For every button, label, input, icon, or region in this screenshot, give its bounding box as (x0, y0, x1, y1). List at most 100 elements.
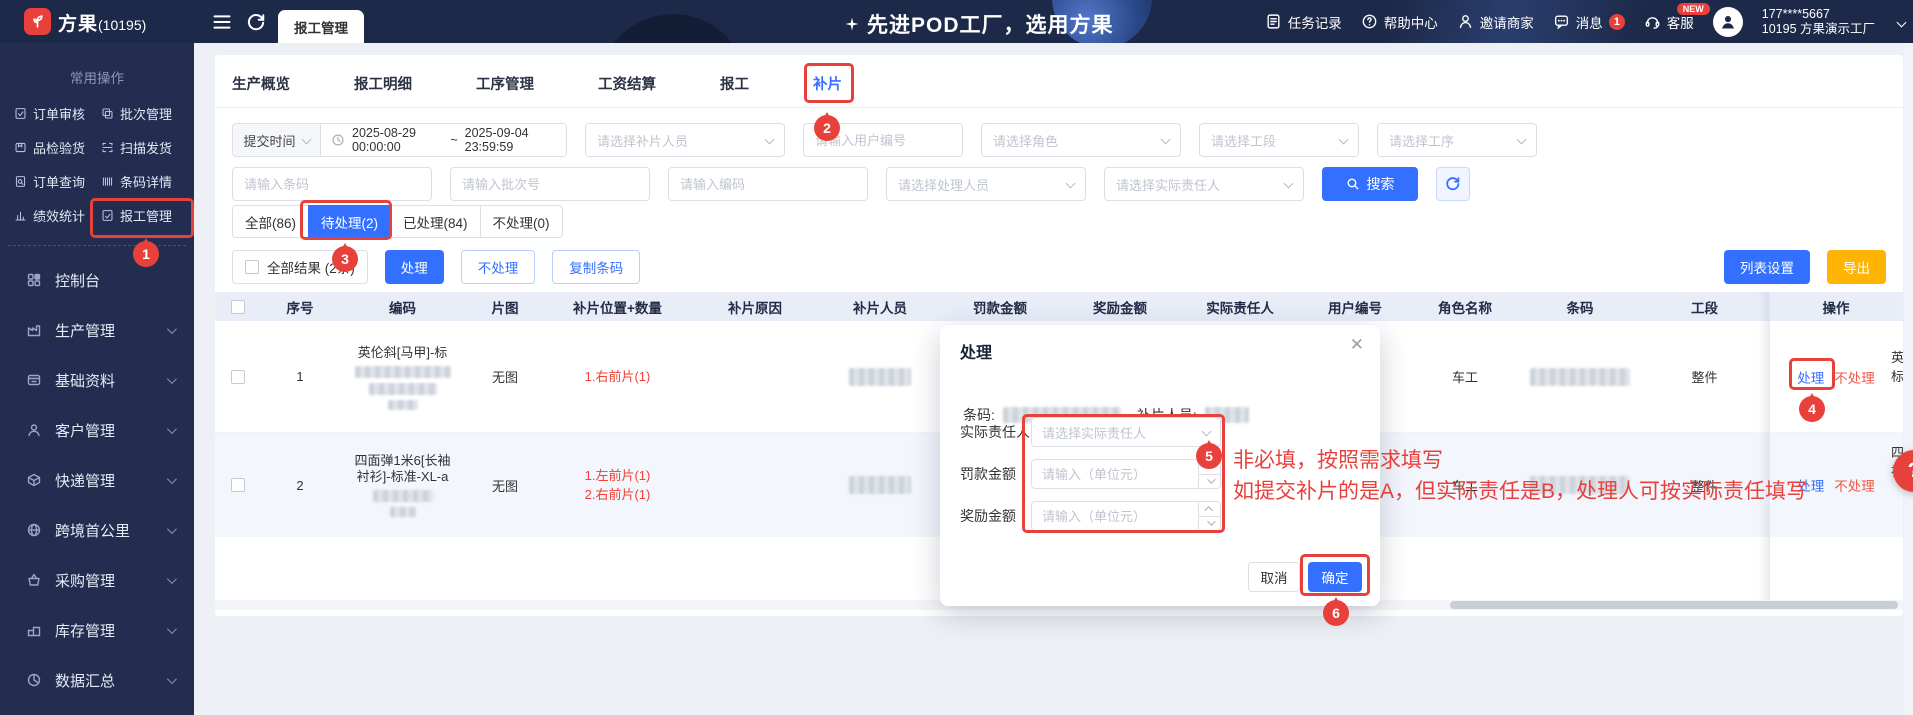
invite-merchant-link[interactable]: 邀请商家 (1457, 12, 1534, 32)
stats-bars-icon (15, 211, 26, 221)
cell-ops: 处理 不处理 英标 (1769, 321, 1903, 432)
no-handle-button[interactable]: 不处理 (460, 250, 536, 284)
tab-report-detail[interactable]: 报工明细 (354, 73, 412, 94)
sidebar-item-express[interactable]: 快递管理 (0, 455, 194, 505)
app-logo-icon[interactable] (24, 8, 51, 35)
sidebar-item-inventory[interactable]: 库存管理 (0, 605, 194, 655)
quick-actions-grid: 订单审核 批次管理 品检验货 扫描发货 订单查询 条码详情 绩效统计 报工管理 (14, 104, 188, 225)
open-page-tab[interactable]: 报工管理 (278, 10, 364, 43)
date-separator: ~ (450, 133, 458, 147)
step-up-icon[interactable] (1203, 505, 1213, 515)
sidebar-item-purchase[interactable]: 采购管理 (0, 555, 194, 605)
handler-select[interactable]: 请选择处理人员 (886, 167, 1086, 201)
fine-amount-input[interactable] (1032, 460, 1172, 488)
sidebar-item-base-data[interactable]: 基础资料 (0, 355, 194, 405)
tab-patch[interactable]: 补片 (813, 73, 842, 94)
filter-row-2: 请选择处理人员 请选择实际责任人 搜索 (232, 167, 1470, 201)
help-center-link[interactable]: 帮助中心 (1361, 12, 1438, 32)
quick-item-order-search[interactable]: 订单查询 (14, 172, 101, 191)
quick-item-barcode-detail[interactable]: 条码详情 (101, 172, 188, 191)
quick-item-batch-manage[interactable]: 批次管理 (101, 104, 188, 123)
horizontal-scrollbar[interactable] (1450, 601, 1898, 609)
step-up-icon[interactable] (1203, 463, 1213, 473)
fine-stepper[interactable] (1198, 460, 1220, 488)
list-settings-button[interactable]: 列表设置 (1724, 250, 1810, 284)
redacted-text (372, 490, 433, 502)
work-section-select[interactable]: 请选择工段 (1199, 123, 1359, 157)
handle-button[interactable]: 处理 (384, 250, 444, 284)
status-tab-nohandle[interactable]: 不处理(0) (479, 205, 563, 238)
row-checkbox[interactable] (230, 478, 245, 492)
barcode-input[interactable] (233, 168, 431, 200)
select-all-checkbox[interactable] (245, 260, 259, 274)
fixed-column-shadow (1758, 292, 1769, 600)
code-input[interactable] (669, 168, 867, 200)
tab-work-report[interactable]: 报工 (720, 73, 749, 94)
status-tab-all[interactable]: 全部(86) (232, 205, 310, 238)
col-code: 编码 (389, 300, 416, 316)
quick-item-quality-check[interactable]: 品检验货 (14, 138, 101, 157)
time-type-select[interactable]: 提交时间 (233, 124, 321, 156)
status-tab-handled[interactable]: 已处理(84) (390, 205, 481, 238)
process-select[interactable]: 请选择工序 (1377, 123, 1537, 157)
sidebar-item-data-summary[interactable]: 数据汇总 (0, 655, 194, 705)
user-menu-chevron-icon[interactable] (1896, 17, 1907, 28)
cell-person (820, 433, 940, 537)
collapse-menu-icon[interactable] (212, 12, 232, 32)
batch-no-field (450, 167, 650, 201)
user-no-input[interactable] (804, 124, 962, 156)
quick-item-order-audit[interactable]: 订单审核 (14, 104, 101, 123)
tab-wage-settle[interactable]: 工资结算 (598, 73, 656, 94)
quick-item-scan-ship[interactable]: 扫描发货 (101, 138, 188, 157)
reset-refresh-button[interactable] (1436, 167, 1470, 201)
task-record-link[interactable]: 任务记录 (1265, 12, 1342, 32)
role-select[interactable]: 请选择角色 (981, 123, 1181, 157)
tab-production-overview[interactable]: 生产概览 (232, 73, 290, 94)
row-handle-link[interactable]: 处理 (1797, 367, 1824, 387)
cell-barcode (1520, 433, 1640, 537)
user-avatar[interactable] (1712, 6, 1743, 37)
step-down-icon[interactable] (1206, 475, 1216, 485)
customer-service-link[interactable]: 客服 NEW (1644, 2, 1710, 32)
tabs-divider (215, 107, 1903, 108)
sidebar-item-production[interactable]: 生产管理 (0, 305, 194, 355)
dialog-responsible-select[interactable]: 请选择实际责任人 (1031, 417, 1221, 447)
quick-item-work-report[interactable]: 报工管理 (101, 206, 188, 225)
export-button[interactable]: 导出 (1827, 250, 1886, 284)
refresh-page-icon[interactable] (246, 12, 266, 32)
batch-no-input[interactable] (451, 168, 649, 200)
date-range-picker[interactable]: 2025-08-29 00:00:00 ~ 2025-09-04 23:59:5… (321, 126, 566, 154)
responsible-select[interactable]: 请选择实际责任人 (1104, 167, 1304, 201)
sidebar-item-customers[interactable]: 客户管理 (0, 405, 194, 455)
row-handle-link[interactable]: 处理 (1797, 475, 1824, 495)
patch-person-select[interactable]: 请选择补片人员 (585, 123, 785, 157)
action-row: 全部结果 (2条) 处理 不处理 复制条码 列表设置 导出 (232, 250, 1886, 284)
confirm-button[interactable]: 确定 (1308, 562, 1362, 592)
header-checkbox[interactable] (230, 299, 245, 314)
row-no-handle-link[interactable]: 不处理 (1834, 367, 1875, 387)
quick-item-performance-stats[interactable]: 绩效统计 (14, 206, 101, 225)
cancel-button[interactable]: 取消 (1248, 562, 1300, 592)
col-ops: 操作 (1822, 300, 1850, 316)
reward-stepper[interactable] (1198, 502, 1220, 530)
new-feature-badge: NEW (1676, 2, 1710, 15)
sparkle-icon (845, 17, 859, 31)
close-icon[interactable]: ✕ (1350, 335, 1364, 355)
copy-barcode-button[interactable]: 复制条码 (552, 250, 641, 284)
cell-role: 车工 (1451, 478, 1478, 494)
row-no-handle-link[interactable]: 不处理 (1834, 475, 1875, 495)
order-search-icon (15, 176, 26, 187)
row-checkbox[interactable] (230, 369, 245, 384)
cell-section: 整件 (1691, 478, 1718, 494)
reward-amount-input[interactable] (1032, 502, 1172, 530)
status-tab-pending[interactable]: 待处理(2) (308, 205, 392, 238)
user-info[interactable]: 177****5667 10195 方果演示工厂 (1762, 7, 1875, 37)
tab-process-manage[interactable]: 工序管理 (476, 73, 534, 94)
col-user-no: 用户编号 (1328, 300, 1382, 316)
sidebar-item-console[interactable]: 控制台 (0, 255, 194, 305)
sidebar-item-crossborder[interactable]: 跨境首公里 (0, 505, 194, 555)
step-down-icon[interactable] (1206, 517, 1216, 527)
col-seq: 序号 (286, 300, 314, 316)
messages-link[interactable]: 消息 1 (1553, 12, 1625, 32)
search-button[interactable]: 搜索 (1322, 167, 1418, 201)
